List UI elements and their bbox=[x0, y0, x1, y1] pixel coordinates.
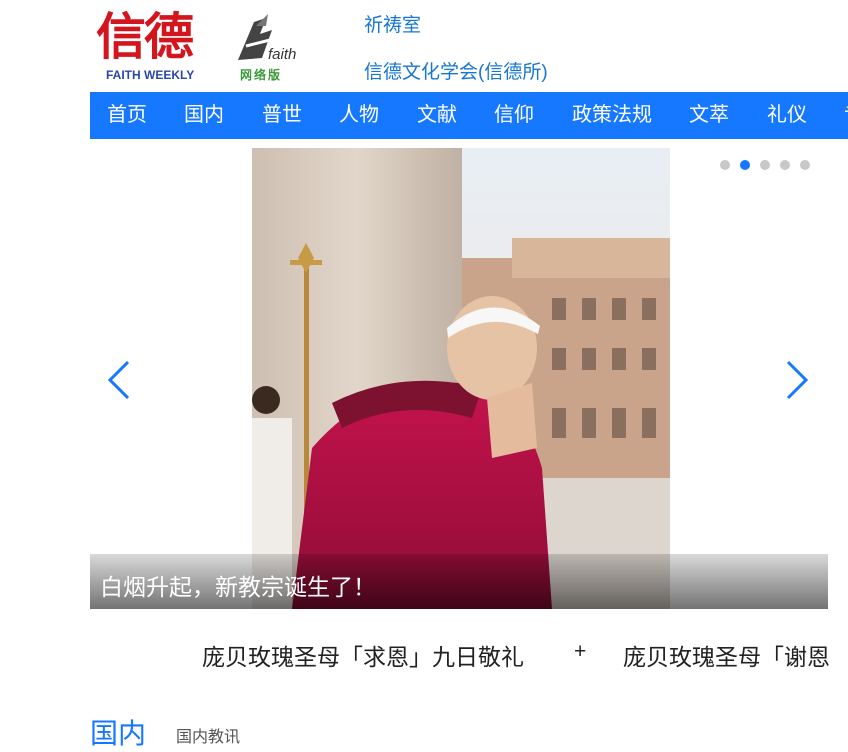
nav-item-faith[interactable]: 信仰 bbox=[494, 92, 534, 139]
section-subtitle: 国内教讯 bbox=[176, 729, 241, 746]
nav-item-special[interactable]: 专 bbox=[844, 92, 848, 139]
main-nav: 首页 国内 普世 人物 文献 信仰 政策法规 文萃 礼仪 专 bbox=[90, 92, 848, 139]
nav-item-universal[interactable]: 普世 bbox=[262, 92, 302, 139]
chevron-left-icon[interactable] bbox=[106, 358, 132, 402]
faith-weekly-logo[interactable]: 信德 FAITH WEEKLY bbox=[96, 8, 216, 84]
chevron-right-icon[interactable] bbox=[784, 358, 810, 402]
carousel-dot[interactable] bbox=[800, 160, 810, 170]
caption-bar: 白烟升起，新教宗诞生了！ bbox=[90, 554, 828, 609]
nav-item-liturgy[interactable]: 礼仪 bbox=[767, 92, 807, 139]
carousel-dot[interactable] bbox=[720, 160, 730, 170]
nav-item-digest[interactable]: 文萃 bbox=[689, 92, 729, 139]
carousel-dot[interactable] bbox=[780, 160, 790, 170]
slide-photo[interactable] bbox=[252, 148, 670, 609]
nav-item-policy[interactable]: 政策法规 bbox=[572, 92, 652, 139]
faith-word: faith bbox=[268, 46, 297, 63]
faith-net-label: 网络版 bbox=[240, 68, 283, 82]
ticker-separator: + bbox=[574, 640, 587, 663]
slide-caption[interactable]: 白烟升起，新教宗诞生了！ bbox=[100, 568, 376, 602]
logo-glyph: 信德 bbox=[96, 7, 194, 66]
news-carousel[interactable]: 白烟升起，新教宗诞生了！ bbox=[90, 148, 828, 609]
nav-item-domestic[interactable]: 国内 bbox=[184, 92, 224, 139]
nav-item-home[interactable]: 首页 bbox=[107, 92, 147, 139]
ticker-item[interactable]: 庞贝玫瑰圣母「谢恩 bbox=[623, 638, 830, 672]
culture-society-link[interactable]: 信德文化学会(信德所) bbox=[364, 57, 548, 84]
nav-item-documents[interactable]: 文献 bbox=[417, 92, 457, 139]
section-title[interactable]: 国内 bbox=[90, 712, 146, 752]
logo-subtitle: FAITH WEEKLY bbox=[106, 68, 195, 82]
nav-item-people[interactable]: 人物 bbox=[339, 92, 379, 139]
news-ticker: 庞贝玫瑰圣母「求恩」九日敬礼 + 庞贝玫瑰圣母「谢恩 bbox=[0, 638, 848, 678]
carousel-dot[interactable] bbox=[740, 160, 750, 170]
ticker-item[interactable]: 庞贝玫瑰圣母「求恩」九日敬礼 bbox=[202, 638, 524, 672]
faith-online-logo[interactable]: faith 网络版 bbox=[232, 12, 312, 84]
carousel-dot[interactable] bbox=[760, 160, 770, 170]
prayer-room-link[interactable]: 祈祷室 bbox=[364, 10, 421, 37]
